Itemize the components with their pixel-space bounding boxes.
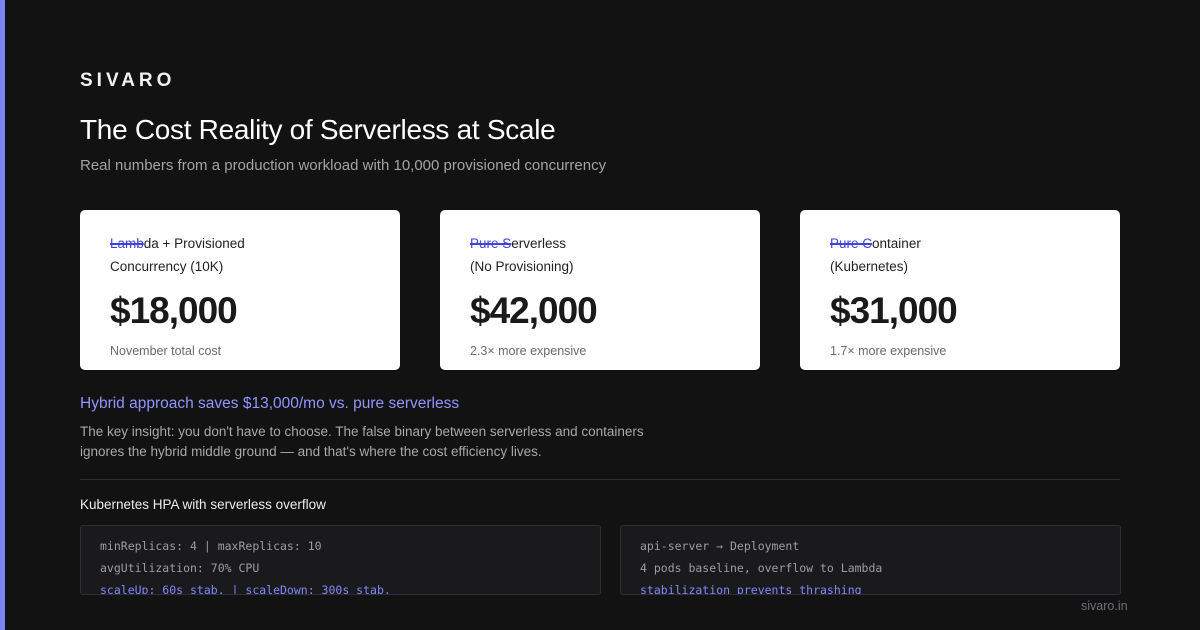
code-line-accent: stabilization prevents thrashing <box>640 583 862 595</box>
page-subtitle: Real numbers from a production workload … <box>80 157 607 174</box>
code-block-deployment: api-server → Deployment 4 pods baseline,… <box>620 525 1121 595</box>
card-label: Pure Container <box>830 232 1090 255</box>
brand-logo: SIVARO <box>80 70 176 91</box>
card-label: Lambda + Provisioned <box>110 232 370 255</box>
card-label-line2: (Kubernetes) <box>830 259 909 274</box>
card-label-rest: da + Provisioned <box>143 236 245 251</box>
cost-card-container: Pure Container (Kubernetes) $31,000 1.7×… <box>800 210 1120 370</box>
insight-line-2: ignores the hybrid middle ground — and t… <box>80 444 542 459</box>
card-label-struck: Lamb <box>110 236 144 251</box>
card-note: November total cost <box>110 344 222 358</box>
page-title: The Cost Reality of Serverless at Scale <box>80 114 556 145</box>
code-line: avgUtilization: 70% CPU <box>100 561 260 575</box>
card-label-struck: Pure C <box>830 236 873 251</box>
code-line: minReplicas: 4 | maxReplicas: 10 <box>100 539 322 553</box>
card-label-line2: (No Provisioning) <box>470 259 574 274</box>
card-value: $31,000 <box>830 290 958 331</box>
cost-card-serverless: Pure Serverless (No Provisioning) $42,00… <box>440 210 760 370</box>
savings-highlight: Hybrid approach saves $13,000/mo vs. pur… <box>80 395 460 412</box>
left-accent-bar <box>0 0 5 630</box>
code-line: 4 pods baseline, overflow to Lambda <box>640 561 883 575</box>
card-label-rest: erverless <box>511 236 567 251</box>
card-label: Pure Serverless <box>470 232 730 255</box>
code-line: api-server → Deployment <box>640 539 800 553</box>
insight-text: The key insight: you don't have to choos… <box>80 422 680 462</box>
footer-url: sivaro.in <box>1081 599 1128 613</box>
card-note: 1.7× more expensive <box>830 344 947 358</box>
card-label-struck: Pure S <box>470 236 512 251</box>
card-label-rest: ontainer <box>872 236 921 251</box>
code-block-hpa: minReplicas: 4 | maxReplicas: 10 avgUtil… <box>80 525 601 595</box>
code-section-title: Kubernetes HPA with serverless overflow <box>80 497 326 512</box>
insight-line-1: The key insight: you don't have to choos… <box>80 424 644 439</box>
card-value: $42,000 <box>470 290 598 331</box>
card-value: $18,000 <box>110 290 238 331</box>
code-line-accent: scaleUp: 60s stab. | scaleDown: 300s sta… <box>100 583 391 595</box>
cost-card-lambda: Lambda + Provisioned Concurrency (10K) $… <box>80 210 400 370</box>
card-label-line2: Concurrency (10K) <box>110 259 224 274</box>
card-note: 2.3× more expensive <box>470 344 587 358</box>
section-divider <box>80 479 1120 480</box>
